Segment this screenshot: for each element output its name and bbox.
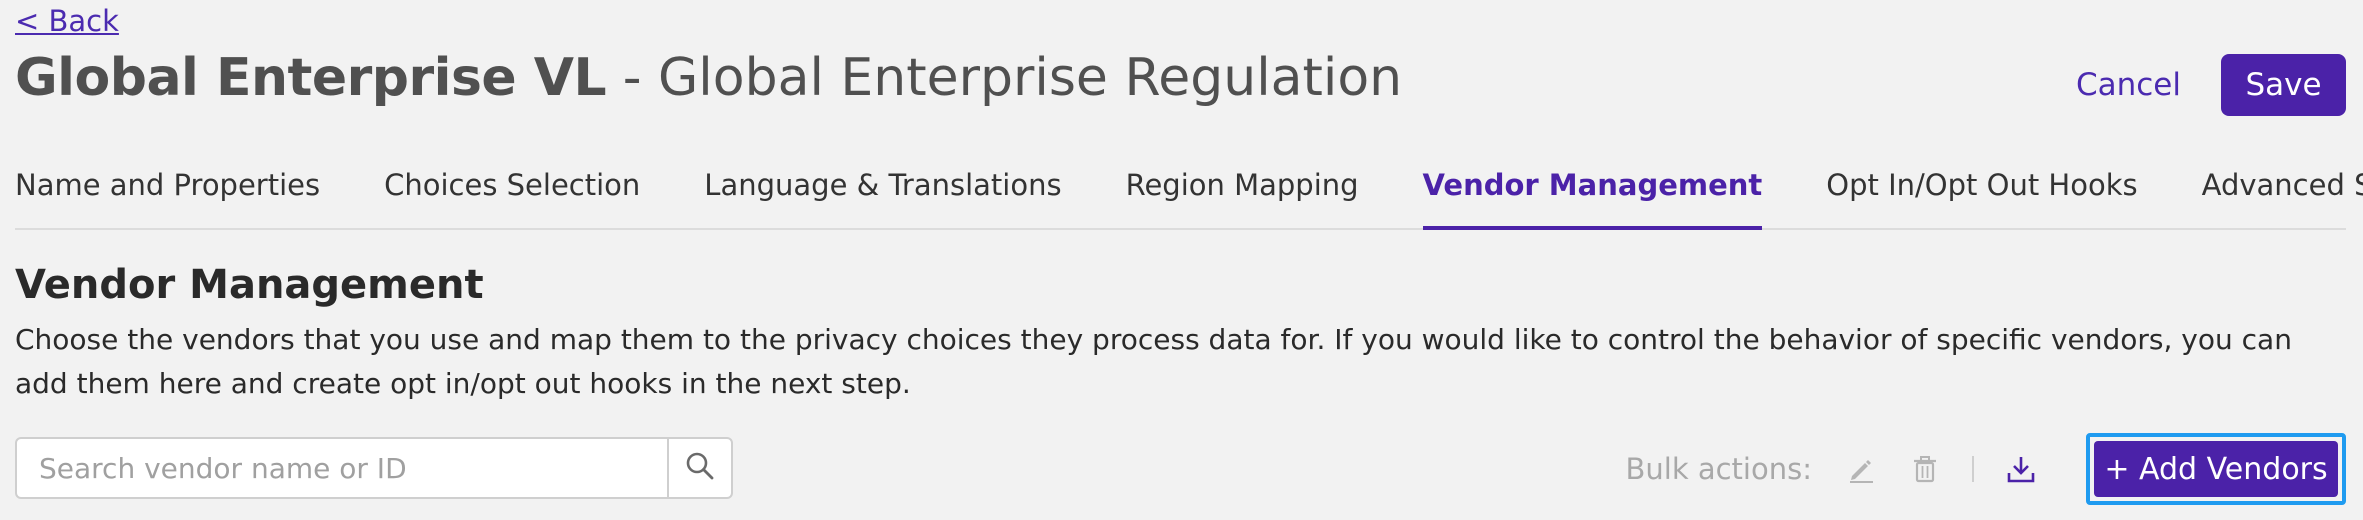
add-vendors-button[interactable]: + Add Vendors xyxy=(2094,441,2338,497)
tab-choices-selection[interactable]: Choices Selection xyxy=(384,160,640,228)
tab-bar: Name and Properties Choices Selection La… xyxy=(15,160,2363,230)
bulk-actions-divider xyxy=(1972,456,1974,482)
add-vendors-focus-ring: + Add Vendors xyxy=(2086,433,2346,505)
bulk-actions-bar: Bulk actions: + Add Vendors xyxy=(1625,433,2346,505)
page-title: Global Enterprise VL - Global Enterprise… xyxy=(15,48,1402,108)
search-button[interactable] xyxy=(667,439,731,497)
page-title-name: Global Enterprise VL xyxy=(15,48,607,108)
tab-name-and-properties[interactable]: Name and Properties xyxy=(15,160,320,228)
cancel-button[interactable]: Cancel xyxy=(2076,67,2181,103)
tab-region-mapping[interactable]: Region Mapping xyxy=(1126,160,1359,228)
tab-vendor-management[interactable]: Vendor Management xyxy=(1422,160,1762,230)
tab-advanced-settings[interactable]: Advanced Settings xyxy=(2202,160,2363,228)
page-title-subtitle: Global Enterprise Regulation xyxy=(658,48,1403,108)
download-icon[interactable] xyxy=(2004,452,2038,486)
search-box xyxy=(15,437,733,499)
section-title: Vendor Management xyxy=(15,262,484,308)
page-title-separator: - xyxy=(606,48,659,108)
page: < Back Global Enterprise VL - Global Ent… xyxy=(0,0,2363,520)
bulk-actions-label: Bulk actions: xyxy=(1625,452,1813,486)
save-button[interactable]: Save xyxy=(2221,54,2346,116)
search-input[interactable] xyxy=(17,439,667,497)
trash-icon[interactable] xyxy=(1908,452,1942,486)
back-link[interactable]: < Back xyxy=(15,4,119,38)
tab-language-translations[interactable]: Language & Translations xyxy=(704,160,1061,228)
search-icon xyxy=(685,451,715,485)
section-description: Choose the vendors that you use and map … xyxy=(15,323,2292,400)
tab-opt-in-opt-out-hooks[interactable]: Opt In/Opt Out Hooks xyxy=(1826,160,2137,228)
header-actions: Cancel Save xyxy=(2076,54,2346,116)
pencil-icon[interactable] xyxy=(1844,452,1878,486)
